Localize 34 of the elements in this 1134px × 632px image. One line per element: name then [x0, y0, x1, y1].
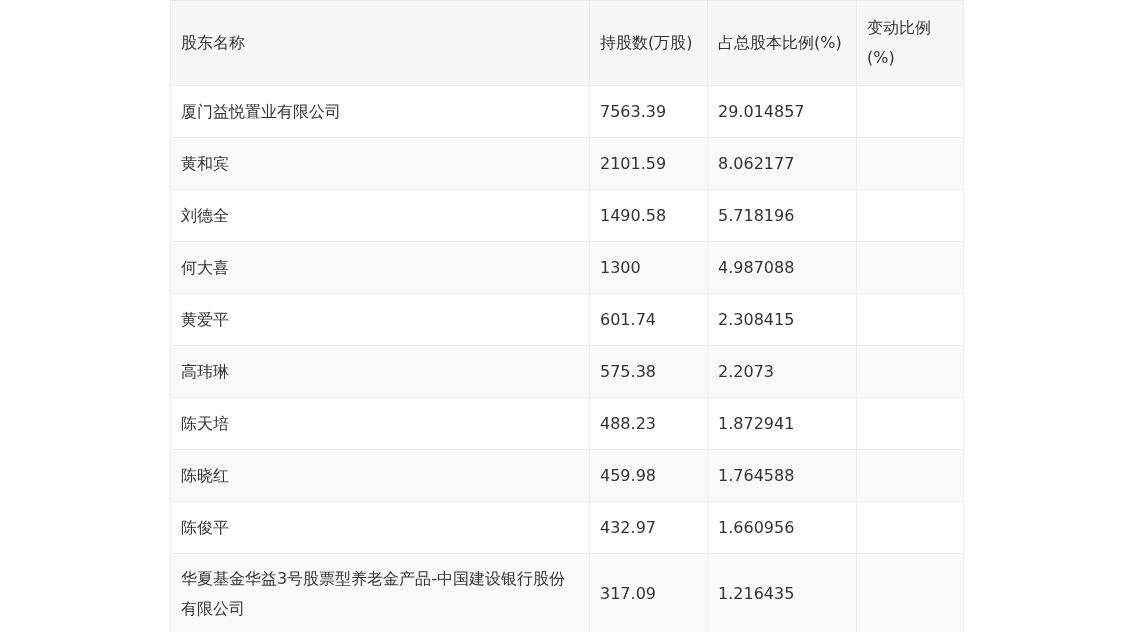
table-cell: 8.062177 — [707, 137, 857, 190]
table-cell: 1300 — [589, 241, 708, 294]
table-cell: 黄爱平 — [170, 293, 590, 346]
table-cell: 1.872941 — [707, 397, 857, 450]
table-cell: 317.09 — [589, 553, 708, 632]
table-cell: 刘德全 — [170, 189, 590, 242]
table-cell: 陈晓红 — [170, 449, 590, 502]
table-cell: 459.98 — [589, 449, 708, 502]
table-cell: 1.216435 — [707, 553, 857, 632]
table-cell: 陈俊平 — [170, 501, 590, 554]
table-cell: 601.74 — [589, 293, 708, 346]
table-cell: 29.014857 — [707, 85, 857, 138]
table-cell: 高玮琳 — [170, 345, 590, 398]
table-cell: 何大喜 — [170, 241, 590, 294]
table-cell: 488.23 — [589, 397, 708, 450]
table-cell: 7563.39 — [589, 85, 708, 138]
column-header: 股东名称 — [170, 0, 590, 86]
table-cell: 1490.58 — [589, 189, 708, 242]
table-cell: 575.38 — [589, 345, 708, 398]
table-cell: 黄和宾 — [170, 137, 590, 190]
table-cell: 陈天培 — [170, 397, 590, 450]
table-cell: 2.308415 — [707, 293, 857, 346]
table-cell: 1.764588 — [707, 449, 857, 502]
column-header: 变动比例(%) — [856, 0, 964, 86]
table-cell: 1.660956 — [707, 501, 857, 554]
table-cell: 华夏基金华益3号股票型养老金产品-中国建设银行股份有限公司 — [170, 553, 590, 632]
table-cell: 4.987088 — [707, 241, 857, 294]
column-header: 持股数(万股) — [589, 0, 708, 86]
table-cell: 2.2073 — [707, 345, 857, 398]
table-cell: 5.718196 — [707, 189, 857, 242]
table-cell: 2101.59 — [589, 137, 708, 190]
table-cell: 厦门益悦置业有限公司 — [170, 85, 590, 138]
column-header: 占总股本比例(%) — [707, 0, 857, 86]
table-cell: 432.97 — [589, 501, 708, 554]
